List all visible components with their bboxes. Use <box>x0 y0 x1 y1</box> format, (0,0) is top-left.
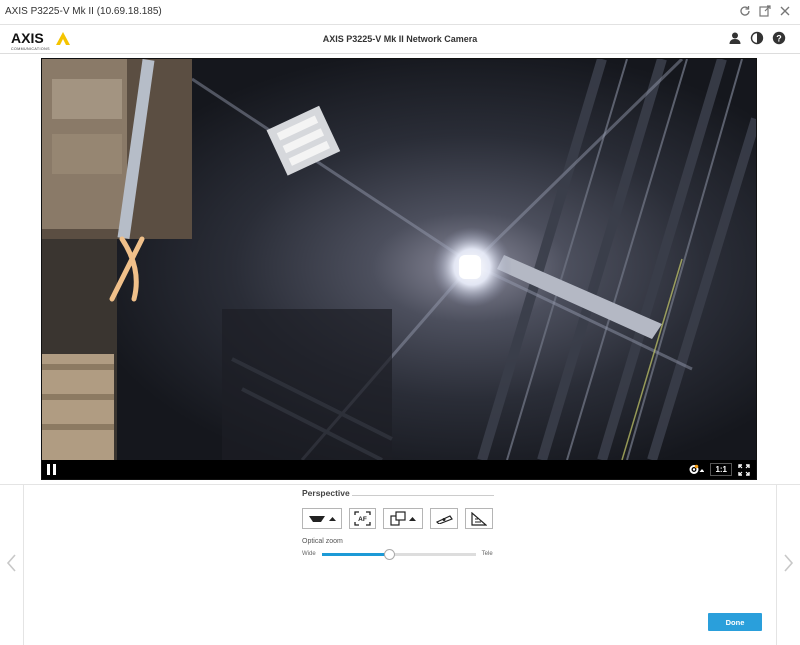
caret-up-icon <box>329 517 336 521</box>
header-actions: ? <box>728 31 786 45</box>
svg-text:AF: AF <box>358 516 367 523</box>
section-divider <box>352 495 494 496</box>
ratio-button[interactable]: 1:1 <box>710 463 732 476</box>
video-controls-right: 1:1 <box>688 463 750 476</box>
zoom-slider-fill <box>321 552 390 556</box>
level-button[interactable] <box>465 508 493 529</box>
window-title: AXIS P3225-V Mk II (10.69.18.185) <box>5 6 162 17</box>
video-controls: 1:1 <box>42 460 756 479</box>
logo-subtext: COMMUNICATIONS <box>11 47 50 51</box>
window-controls <box>738 4 792 18</box>
done-button[interactable]: Done <box>708 613 762 631</box>
left-nav-column <box>0 485 24 645</box>
zoom-label: Optical zoom <box>302 538 343 545</box>
perspective-panel: Perspective AF Optical zoom Wide Tele <box>302 486 494 560</box>
open-external-icon[interactable] <box>758 4 772 18</box>
window-titlebar: AXIS P3225-V Mk II (10.69.18.185) <box>0 0 800 25</box>
chevron-right-icon[interactable] <box>783 553 795 573</box>
section-title: Perspective <box>302 488 350 498</box>
zoom-slider-row: Wide Tele <box>302 548 494 560</box>
close-icon[interactable] <box>778 4 792 18</box>
zoom-min-label: Wide <box>302 551 316 557</box>
caret-up-icon <box>409 517 416 521</box>
camera-image <box>42 59 756 460</box>
page-title: AXIS P3225-V Mk II Network Camera <box>322 34 478 44</box>
zoom-slider[interactable] <box>321 548 476 560</box>
focus-recall-button[interactable] <box>430 508 458 529</box>
view-mount-button[interactable] <box>302 508 342 529</box>
refresh-icon[interactable] <box>738 4 752 18</box>
level-icon <box>471 511 487 526</box>
contrast-icon[interactable] <box>750 31 764 45</box>
panel-divider <box>0 484 800 485</box>
fullscreen-icon[interactable] <box>738 463 750 476</box>
pause-icon[interactable] <box>47 464 57 475</box>
zoom-slider-thumb[interactable] <box>384 548 396 560</box>
tool-buttons: AF <box>302 508 494 529</box>
autofocus-icon: AF <box>354 511 371 526</box>
right-nav-column <box>776 485 800 645</box>
app-header: AXIS COMMUNICATIONS AXIS P3225-V Mk II N… <box>0 25 800 54</box>
rotate-icon <box>390 511 406 526</box>
user-icon[interactable] <box>728 31 742 45</box>
chevron-left-icon[interactable] <box>5 553 17 573</box>
svg-text:?: ? <box>776 33 782 43</box>
video-stream[interactable]: 1:1 <box>41 58 757 480</box>
gear-icon[interactable] <box>688 463 705 476</box>
view-mount-icon <box>309 515 325 522</box>
focus-recall-icon <box>435 514 453 524</box>
rotate-button[interactable] <box>383 508 423 529</box>
zoom-max-label: Tele <box>481 551 493 557</box>
autofocus-button[interactable]: AF <box>349 508 376 529</box>
help-icon[interactable]: ? <box>772 31 786 45</box>
